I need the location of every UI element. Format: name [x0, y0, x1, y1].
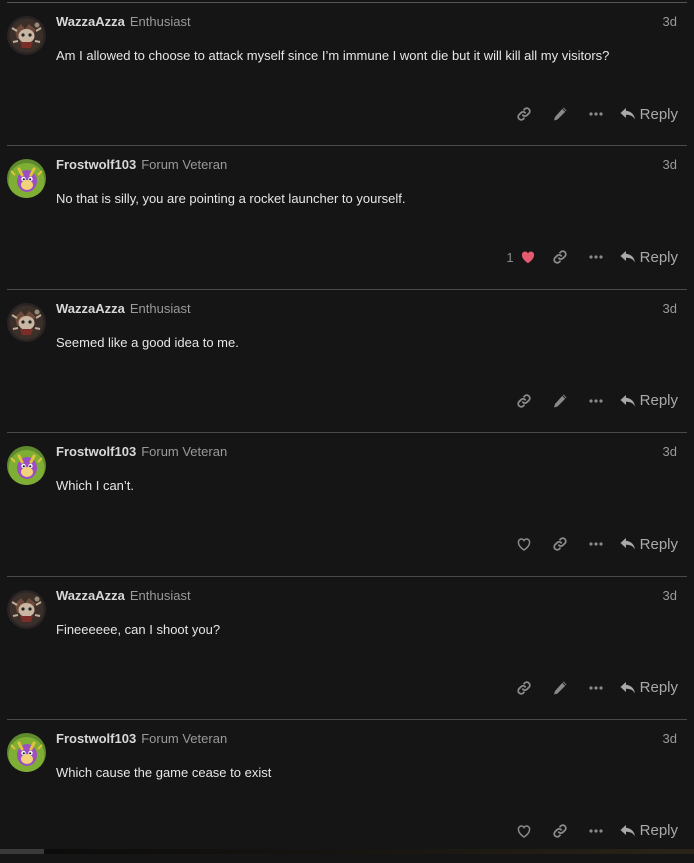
post-stream: WazzaAzza Enthusiast 3d Am I allowed to cho… — [0, 3, 694, 863]
knight-avatar[interactable] — [7, 302, 46, 342]
post-actions: Reply — [506, 104, 678, 124]
username-link[interactable]: WazzaAzza — [56, 588, 125, 603]
post-date[interactable]: 3d — [663, 14, 677, 29]
heart-outline-icon[interactable] — [506, 821, 542, 841]
username-link[interactable]: Frostwolf103 — [56, 731, 136, 746]
post-author: Frostwolf103 Forum Veteran — [56, 157, 227, 172]
copy-link-icon[interactable] — [506, 104, 542, 124]
dragon-avatar[interactable] — [7, 732, 46, 772]
post-body: No that is silly, you are pointing a roc… — [56, 191, 406, 207]
post: Frostwolf103 Forum Veteran 3d Which cause t… — [0, 720, 694, 863]
username-link[interactable]: WazzaAzza — [56, 14, 125, 29]
post-author: WazzaAzza Enthusiast — [56, 301, 191, 316]
user-title: Forum Veteran — [141, 730, 228, 746]
post-date[interactable]: 3d — [663, 157, 677, 172]
edit-pencil-icon[interactable] — [542, 104, 578, 124]
post: Frostwolf103 Forum Veteran 3d Which I can’t… — [0, 433, 694, 577]
heart-filled-icon — [520, 249, 536, 265]
username-link[interactable]: Frostwolf103 — [56, 444, 136, 459]
post-date[interactable]: 3d — [663, 588, 677, 603]
post: WazzaAzza Enthusiast 3d Fineeeeee, can I sh… — [0, 577, 694, 720]
more-options-icon[interactable] — [578, 247, 614, 267]
reply-arrow-icon — [620, 824, 640, 838]
post-body: Seemed like a good idea to me. — [56, 334, 239, 350]
reply-label: Reply — [639, 105, 678, 123]
copy-link-icon[interactable] — [506, 391, 542, 411]
more-options-icon[interactable] — [578, 534, 614, 554]
edit-pencil-icon[interactable] — [542, 391, 578, 411]
post-actions: Reply — [506, 821, 678, 841]
username-link[interactable]: WazzaAzza — [56, 301, 125, 316]
reply-label: Reply — [639, 822, 678, 840]
more-options-icon[interactable] — [578, 821, 614, 841]
user-title: Enthusiast — [129, 14, 191, 29]
post-author: Frostwolf103 Forum Veteran — [56, 731, 227, 746]
post-actions: Reply — [506, 391, 678, 411]
reply-label: Reply — [639, 535, 678, 553]
post-author: Frostwolf103 Forum Veteran — [56, 444, 227, 459]
user-title: Enthusiast — [129, 587, 191, 603]
post-date[interactable]: 3d — [663, 731, 677, 746]
copy-link-icon[interactable] — [542, 247, 578, 267]
username-link[interactable]: Frostwolf103 — [56, 157, 136, 172]
post: WazzaAzza Enthusiast 3d Seemed like a good … — [0, 290, 694, 434]
post-author: WazzaAzza Enthusiast — [56, 14, 191, 29]
post-body: Am I allowed to choose to attack myself … — [56, 48, 610, 63]
copy-link-icon[interactable] — [542, 821, 578, 841]
bottom-progress-strip — [0, 849, 694, 854]
post-actions: 1 Reply — [506, 247, 678, 267]
post: WazzaAzza Enthusiast 3d Am I allowed to cho… — [0, 3, 694, 147]
reply-label: Reply — [639, 679, 678, 697]
post-date[interactable]: 3d — [663, 301, 677, 316]
reply-button[interactable]: Reply — [620, 392, 678, 409]
dragon-avatar[interactable] — [7, 446, 46, 486]
copy-link-icon[interactable] — [542, 534, 578, 554]
dragon-avatar[interactable] — [7, 159, 46, 199]
reply-label: Reply — [639, 248, 678, 266]
heart-outline-icon[interactable] — [506, 534, 542, 554]
more-options-icon[interactable] — [578, 104, 614, 124]
post-body: Which I can’t. — [56, 478, 135, 494]
reply-arrow-icon — [620, 107, 640, 121]
reply-arrow-icon — [620, 394, 640, 408]
reply-label: Reply — [639, 392, 678, 410]
knight-avatar[interactable] — [7, 16, 46, 55]
like-count: 1 — [506, 249, 514, 265]
more-options-icon[interactable] — [578, 678, 614, 698]
like-button[interactable]: 1 — [506, 249, 535, 265]
reply-arrow-icon — [620, 250, 640, 264]
edit-pencil-icon[interactable] — [542, 678, 578, 698]
reply-button[interactable]: Reply — [620, 249, 678, 266]
user-title: Forum Veteran — [141, 444, 228, 460]
reply-button[interactable]: Reply — [620, 822, 678, 839]
user-title: Enthusiast — [129, 300, 191, 316]
post-body: Fineeeeee, can I shoot you? — [56, 621, 221, 637]
reply-button[interactable]: Reply — [620, 679, 678, 696]
reply-arrow-icon — [620, 537, 640, 551]
post-body: Which cause the game cease to exist — [56, 764, 272, 780]
copy-link-icon[interactable] — [506, 678, 542, 698]
post: Frostwolf103 Forum Veteran 3d No that is si… — [0, 146, 694, 290]
reply-arrow-icon — [620, 681, 640, 695]
post-actions: Reply — [506, 678, 678, 698]
reply-button[interactable]: Reply — [620, 536, 678, 553]
post-actions: Reply — [506, 534, 678, 554]
post-author: WazzaAzza Enthusiast — [56, 588, 191, 603]
user-title: Forum Veteran — [141, 157, 228, 173]
post-date[interactable]: 3d — [663, 444, 677, 459]
knight-avatar[interactable] — [7, 589, 46, 629]
more-options-icon[interactable] — [578, 391, 614, 411]
reply-button[interactable]: Reply — [620, 106, 678, 123]
